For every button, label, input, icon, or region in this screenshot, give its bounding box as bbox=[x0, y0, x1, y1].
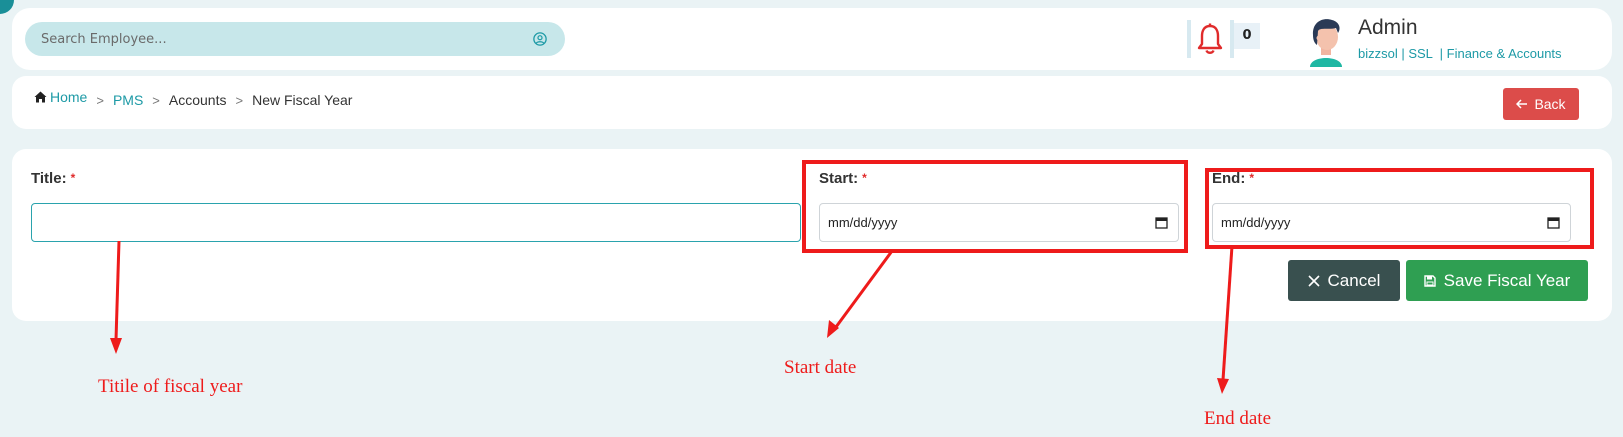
back-button-label: Back bbox=[1534, 96, 1566, 112]
top-header: 0 Admin bizzsol | SSL | Finance & Accoun… bbox=[12, 8, 1612, 70]
cancel-button-label: Cancel bbox=[1327, 270, 1381, 290]
save-icon bbox=[1423, 274, 1436, 287]
search-box bbox=[25, 22, 565, 56]
start-annotation-box bbox=[802, 160, 1188, 253]
search-input[interactable] bbox=[41, 22, 511, 56]
save-fiscal-year-button[interactable]: Save Fiscal Year bbox=[1406, 260, 1588, 301]
notification-count-badge: 0 bbox=[1234, 23, 1260, 49]
end-annotation-box bbox=[1205, 168, 1594, 249]
bell-icon[interactable] bbox=[1195, 23, 1225, 57]
user-organization[interactable]: bizzsol | SSL | Finance & Accounts bbox=[1358, 46, 1562, 61]
home-icon[interactable] bbox=[34, 91, 47, 103]
back-button[interactable]: Back bbox=[1503, 88, 1579, 120]
cancel-button[interactable]: Cancel bbox=[1288, 260, 1400, 301]
breadcrumb-bar: Home > PMS > Accounts > New Fiscal Year … bbox=[12, 76, 1612, 129]
breadcrumb-home[interactable]: Home bbox=[50, 89, 87, 105]
notification-area[interactable]: 0 bbox=[1187, 18, 1260, 60]
end-annotation-note: End date bbox=[1204, 408, 1272, 429]
start-annotation-note: Start date bbox=[784, 357, 857, 378]
user-name: Admin bbox=[1358, 16, 1418, 39]
corner-accent bbox=[0, 0, 14, 14]
chevron-right-icon: > bbox=[96, 92, 104, 108]
title-annotation-note: Titile of fiscal year bbox=[98, 376, 243, 397]
breadcrumb: Home > PMS > Accounts > New Fiscal Year bbox=[34, 89, 353, 108]
avatar[interactable] bbox=[1302, 15, 1350, 67]
title-label-text: Title: bbox=[31, 170, 67, 187]
close-icon bbox=[1307, 274, 1320, 287]
breadcrumb-accounts: Accounts bbox=[168, 92, 227, 108]
title-input[interactable] bbox=[31, 203, 801, 242]
arrow-left-icon bbox=[1516, 99, 1528, 109]
breadcrumb-current: New Fiscal Year bbox=[252, 92, 353, 108]
chevron-right-icon: > bbox=[152, 92, 160, 108]
breadcrumb-pms[interactable]: PMS bbox=[113, 92, 143, 108]
title-label: Title: * bbox=[31, 170, 75, 187]
required-marker: * bbox=[70, 171, 76, 185]
divider bbox=[1187, 20, 1191, 58]
user-circle-icon[interactable] bbox=[533, 32, 547, 46]
save-button-label: Save Fiscal Year bbox=[1443, 270, 1571, 290]
chevron-right-icon: > bbox=[235, 92, 244, 108]
